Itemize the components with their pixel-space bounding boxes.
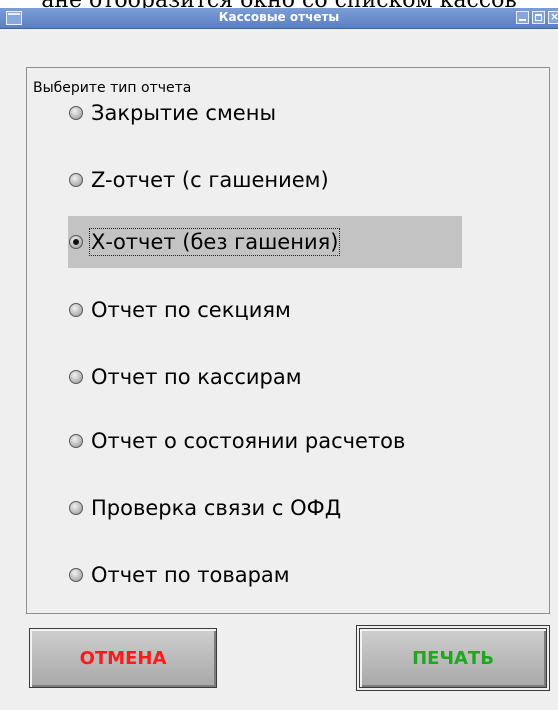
radio-button-icon[interactable] — [69, 370, 83, 384]
radio-option-label: Отчет по секциям — [91, 298, 291, 322]
radio-option-shift-close[interactable]: Закрытие смены — [68, 87, 296, 139]
radio-button-icon[interactable] — [69, 501, 83, 515]
radio-button-checked-icon[interactable] — [69, 235, 83, 249]
radio-button-icon[interactable] — [69, 568, 83, 582]
radio-option-cashiers-report[interactable]: Отчет по кассирам — [68, 351, 322, 403]
radio-option-label: Отчет о состоянии расчетов — [91, 429, 406, 453]
close-icon[interactable]: × — [548, 10, 558, 24]
minimize-icon[interactable] — [516, 11, 529, 24]
cancel-button[interactable]: ОТМЕНА — [29, 628, 217, 688]
radio-option-settlement-status-report[interactable]: Отчет о состоянии расчетов — [68, 415, 425, 467]
title-bar[interactable]: Кассовые отчеты × — [0, 8, 558, 29]
maximize-icon[interactable] — [532, 11, 545, 24]
print-button[interactable]: ПЕЧАТЬ — [356, 625, 550, 691]
radio-option-label: Отчет по кассирам — [91, 365, 302, 389]
radio-option-goods-report[interactable]: Отчет по товарам — [68, 549, 310, 601]
window-title: Кассовые отчеты — [218, 10, 340, 24]
radio-option-label: Проверка связи с ОФД — [91, 496, 342, 520]
radio-option-label: Х-отчет (без гашения) — [88, 228, 341, 256]
radio-button-icon[interactable] — [69, 106, 83, 120]
radio-option-z-report[interactable]: Z-отчет (с гашением) — [68, 154, 349, 206]
radio-button-icon[interactable] — [69, 303, 83, 317]
radio-option-label: Z-отчет (с гашением) — [91, 168, 329, 192]
radio-button-icon[interactable] — [69, 434, 83, 448]
radio-option-ofd-check[interactable]: Проверка связи с ОФД — [68, 482, 361, 534]
radio-button-icon[interactable] — [69, 173, 83, 187]
radio-option-label: Отчет по товарам — [91, 563, 290, 587]
radio-option-sections-report[interactable]: Отчет по секциям — [68, 284, 311, 336]
radio-option-label: Закрытие смены — [91, 101, 277, 125]
radio-option-x-report[interactable]: Х-отчет (без гашения) — [68, 216, 462, 268]
